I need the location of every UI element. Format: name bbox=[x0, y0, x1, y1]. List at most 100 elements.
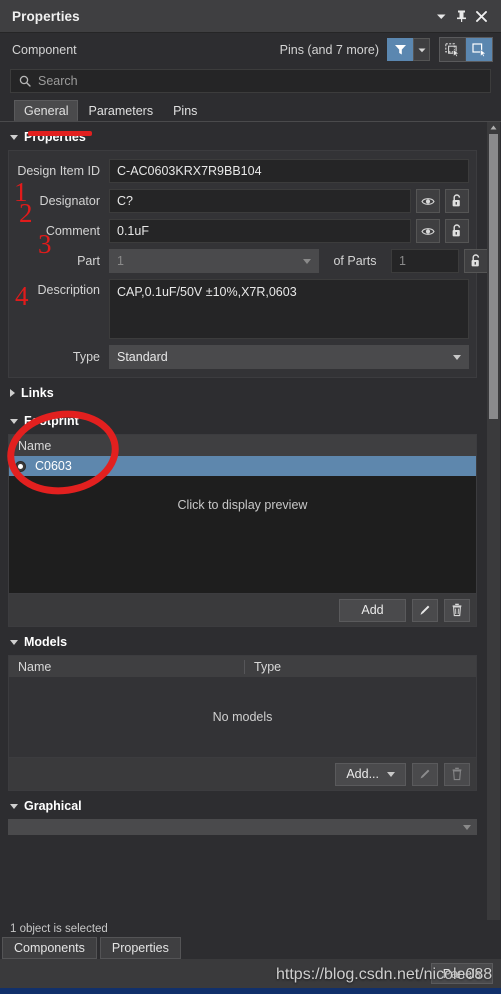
column-header-name: Name bbox=[18, 659, 52, 674]
footprint-name: C0603 bbox=[35, 459, 72, 473]
scroll-up-arrow-icon[interactable] bbox=[487, 122, 500, 133]
models-empty-message: No models bbox=[9, 677, 476, 757]
label-design-item-id: Design Item ID bbox=[17, 164, 100, 178]
graphical-field[interactable] bbox=[8, 819, 477, 835]
close-icon[interactable] bbox=[471, 5, 491, 27]
object-type-label: Component bbox=[12, 42, 77, 57]
label-part: Part bbox=[77, 254, 100, 268]
tab-general[interactable]: General bbox=[14, 100, 79, 121]
select-type[interactable]: Standard bbox=[109, 345, 469, 369]
preview-hint-text: Click to display preview bbox=[177, 498, 308, 512]
column-header-type: Type bbox=[244, 659, 281, 674]
search-area: Search bbox=[0, 66, 501, 99]
select-part[interactable]: 1 bbox=[109, 249, 319, 273]
chevron-down-icon bbox=[453, 354, 461, 360]
trash-icon bbox=[444, 762, 470, 786]
properties-scroll-area: Properties Design Item ID C-AC0603KRX7R9… bbox=[0, 122, 501, 920]
tab-pins[interactable]: Pins bbox=[163, 100, 207, 121]
search-placeholder: Search bbox=[38, 74, 78, 88]
expand-triangle-icon bbox=[10, 389, 15, 397]
pencil-icon[interactable] bbox=[412, 598, 438, 622]
section-header-links[interactable]: Links bbox=[0, 378, 485, 406]
column-header-name: Name bbox=[18, 438, 52, 453]
input-description[interactable]: CAP,0.1uF/50V ±10%,X7R,0603 bbox=[109, 279, 469, 339]
collapse-triangle-icon bbox=[10, 134, 18, 140]
chevron-down-icon bbox=[303, 258, 311, 264]
panel-titlebar: Properties bbox=[0, 0, 501, 33]
label-type: Type bbox=[72, 350, 100, 364]
selection-mode-group bbox=[439, 37, 493, 62]
chevron-down-icon[interactable] bbox=[431, 5, 451, 27]
unlocked-padlock-icon[interactable] bbox=[464, 249, 488, 273]
models-button-bar: Add... bbox=[8, 758, 477, 791]
eye-icon[interactable] bbox=[416, 189, 440, 213]
select-type-value: Standard bbox=[117, 350, 168, 364]
row-comment: Comment 0.1uF bbox=[16, 219, 469, 243]
tab-bar: General Parameters Pins bbox=[0, 99, 501, 122]
eye-icon[interactable] bbox=[416, 219, 440, 243]
collapse-triangle-icon bbox=[10, 639, 18, 645]
vertical-scrollbar[interactable] bbox=[487, 122, 500, 920]
section-header-properties[interactable]: Properties bbox=[0, 122, 485, 150]
label-designator: Designator bbox=[39, 194, 100, 208]
tab-parameters[interactable]: Parameters bbox=[78, 100, 163, 121]
scrollbar-thumb[interactable] bbox=[489, 134, 498, 419]
select-touching-icon[interactable] bbox=[466, 38, 492, 61]
status-bar: 1 object is selected bbox=[0, 920, 501, 937]
row-description: Description CAP,0.1uF/50V ±10%,X7R,0603 bbox=[16, 279, 469, 339]
input-designator[interactable]: C? bbox=[109, 189, 411, 213]
pin-icon[interactable] bbox=[451, 5, 471, 27]
input-of-parts: 1 bbox=[391, 249, 459, 273]
section-header-models[interactable]: Models bbox=[0, 627, 485, 655]
models-list: Name Type No models bbox=[8, 655, 477, 758]
section-title-links: Links bbox=[21, 386, 54, 400]
footprint-table-header: Name bbox=[9, 435, 476, 456]
funnel-icon[interactable] bbox=[387, 38, 413, 61]
filter-dropdown-button[interactable] bbox=[413, 38, 430, 61]
search-icon bbox=[19, 75, 31, 87]
bottom-tab-bar: Components Properties bbox=[0, 937, 501, 959]
search-input[interactable]: Search bbox=[10, 69, 491, 93]
footprint-preview[interactable]: Click to display preview bbox=[9, 476, 476, 593]
row-part: Part 1 of Parts 1 bbox=[16, 249, 488, 273]
chevron-down-icon bbox=[463, 824, 471, 830]
label-comment: Comment bbox=[45, 224, 100, 238]
footprint-list: Name C0603 Click to display preview bbox=[8, 434, 477, 594]
window-accent-bar bbox=[0, 988, 501, 994]
properties-content: Properties Design Item ID C-AC0603KRX7R9… bbox=[0, 122, 501, 835]
section-title-properties: Properties bbox=[24, 130, 86, 144]
select-all-icon[interactable] bbox=[440, 38, 466, 61]
taskbar: Panels bbox=[0, 959, 501, 988]
section-title-graphical: Graphical bbox=[24, 799, 82, 813]
chevron-down-icon bbox=[387, 771, 395, 777]
add-footprint-button[interactable]: Add bbox=[339, 598, 406, 622]
panel-title: Properties bbox=[12, 8, 80, 24]
add-model-button[interactable]: Add... bbox=[335, 762, 406, 786]
row-design-item-id: Design Item ID C-AC0603KRX7R9BB104 bbox=[16, 159, 469, 183]
input-design-item-id[interactable]: C-AC0603KRX7R9BB104 bbox=[109, 159, 469, 183]
pencil-icon bbox=[412, 762, 438, 786]
trash-icon[interactable] bbox=[444, 598, 470, 622]
select-part-value: 1 bbox=[117, 254, 124, 268]
section-title-models: Models bbox=[24, 635, 68, 649]
row-designator: Designator C? bbox=[16, 189, 469, 213]
unlocked-padlock-icon[interactable] bbox=[445, 189, 469, 213]
add-model-label: Add... bbox=[346, 767, 379, 781]
radio-button[interactable] bbox=[15, 460, 26, 472]
models-table-header: Name Type bbox=[9, 656, 476, 677]
input-comment[interactable]: 0.1uF bbox=[109, 219, 411, 243]
unlocked-padlock-icon[interactable] bbox=[445, 219, 469, 243]
panels-button[interactable]: Panels bbox=[430, 963, 493, 984]
properties-fields-panel: Design Item ID C-AC0603KRX7R9BB104 Desig… bbox=[8, 150, 488, 378]
row-type: Type Standard bbox=[16, 345, 469, 369]
section-header-graphical[interactable]: Graphical bbox=[0, 791, 485, 819]
label-of-parts: of Parts bbox=[333, 254, 377, 268]
object-filter-toolbar: Component Pins (and 7 more) bbox=[0, 33, 501, 66]
footprint-button-bar: Add bbox=[8, 594, 477, 627]
bottom-tab-properties[interactable]: Properties bbox=[99, 937, 181, 959]
collapse-triangle-icon bbox=[10, 803, 18, 809]
bottom-tab-components[interactable]: Components bbox=[2, 937, 97, 959]
section-header-footprint[interactable]: Footprint bbox=[0, 406, 485, 434]
models-empty-text: No models bbox=[212, 710, 273, 724]
table-row[interactable]: C0603 bbox=[9, 456, 476, 476]
